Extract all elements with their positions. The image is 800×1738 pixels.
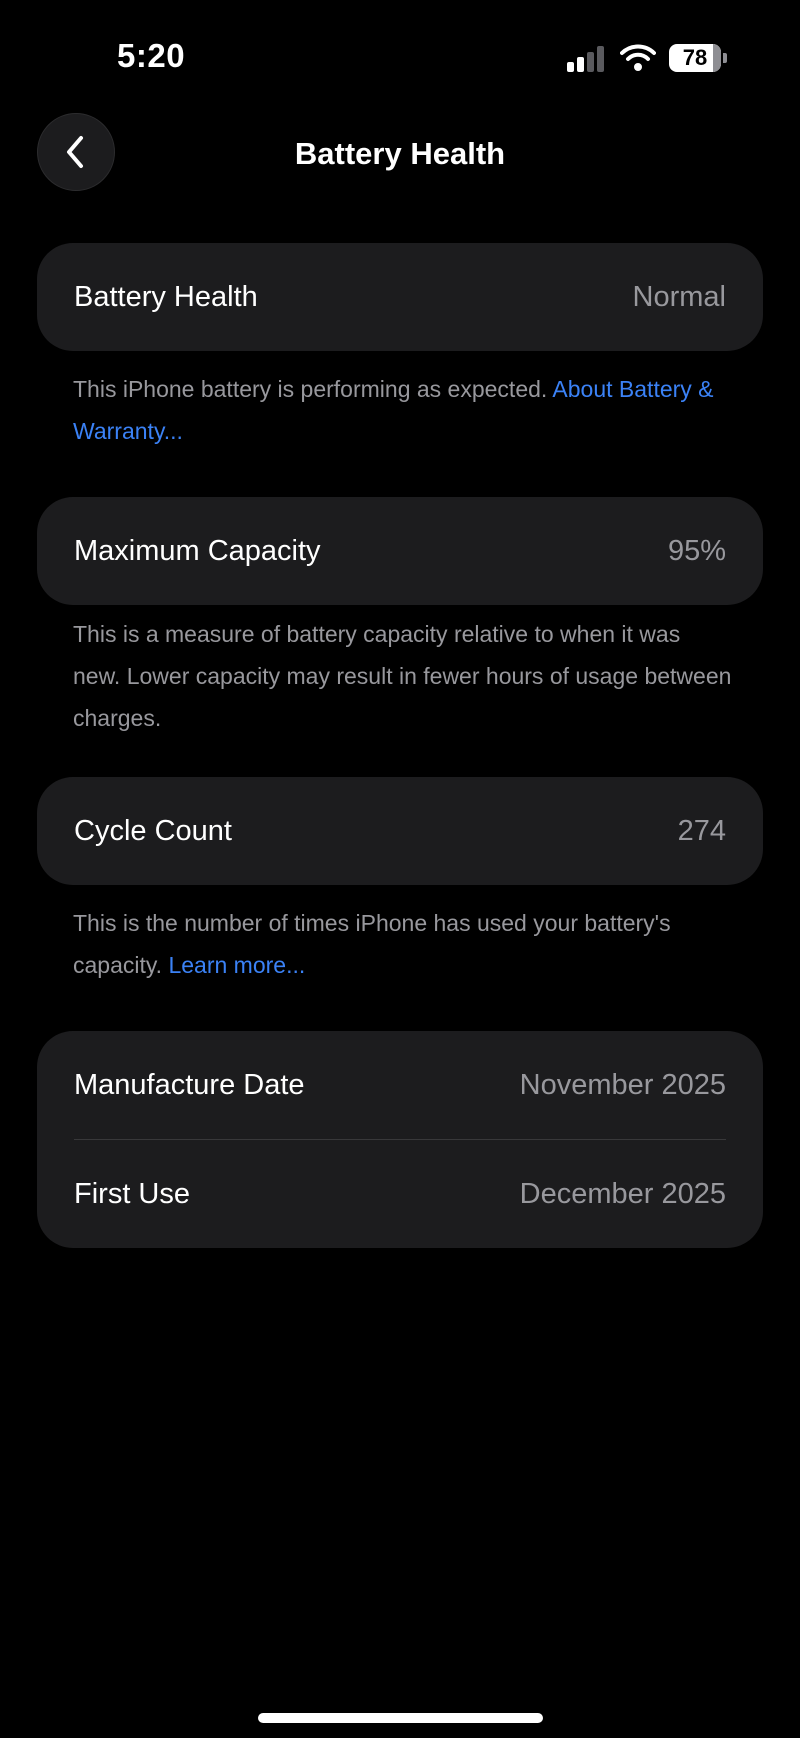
- max-capacity-label: Maximum Capacity: [74, 534, 321, 567]
- battery-level: 78: [682, 45, 708, 70]
- max-capacity-footnote: This is a measure of battery capacity re…: [73, 621, 732, 731]
- wifi-icon: [620, 44, 656, 71]
- page-title: Battery Health: [294, 136, 506, 171]
- battery-health-card: Battery Health Normal: [37, 243, 763, 351]
- first-use-row: First Use December 2025: [37, 1140, 763, 1248]
- cycle-count-value: 274: [677, 814, 726, 847]
- battery-nub: [723, 53, 727, 63]
- learn-more-link[interactable]: Learn more...: [168, 952, 305, 978]
- max-capacity-value: 95%: [667, 534, 726, 567]
- battery-health-label: Battery Health: [74, 280, 258, 313]
- battery-icon: 78: [669, 44, 721, 72]
- first-use-value: December 2025: [519, 1177, 726, 1210]
- manufacture-date-label: Manufacture Date: [74, 1068, 305, 1101]
- battery-health-footnote: This iPhone battery is performing as exp…: [73, 368, 733, 452]
- status-time: 5:20: [117, 37, 186, 74]
- home-indicator[interactable]: [258, 1713, 543, 1723]
- battery-health-row: Battery Health Normal: [37, 243, 763, 351]
- cycle-count-label: Cycle Count: [74, 814, 232, 847]
- battery-health-footnote-text: This iPhone battery is performing as exp…: [73, 376, 553, 402]
- first-use-label: First Use: [74, 1177, 190, 1210]
- manufacture-date-row: Manufacture Date November 2025: [37, 1031, 763, 1139]
- cycle-count-card: Cycle Count 274: [37, 777, 763, 885]
- manufacture-date-value: November 2025: [519, 1068, 726, 1101]
- dates-card: Manufacture Date November 2025 First Use…: [37, 1031, 763, 1248]
- battery-health-value: Normal: [632, 280, 726, 313]
- max-capacity-card: Maximum Capacity 95%: [37, 497, 763, 605]
- max-capacity-row: Maximum Capacity 95%: [37, 497, 763, 605]
- cycle-count-row: Cycle Count 274: [37, 777, 763, 885]
- cellular-signal-icon: [567, 46, 607, 72]
- cycle-count-footnote-text: This is the number of times iPhone has u…: [73, 910, 671, 978]
- cycle-count-footnote: This is the number of times iPhone has u…: [73, 902, 733, 986]
